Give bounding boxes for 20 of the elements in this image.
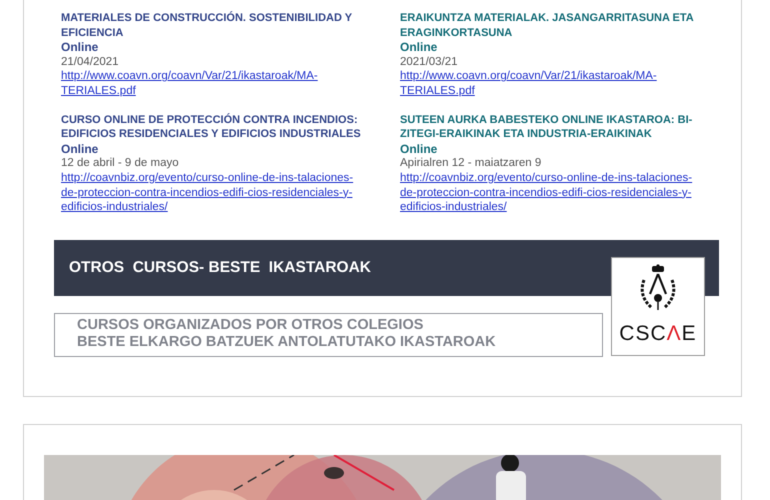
course-title: SUTEEN AURKA BABESTEKO ONLINE IKASTAROA: BI-ZITEGI-ERAIKINAK ETA INDUSTRIA-ERAIKINAK xyxy=(400,112,694,142)
section-title: OTROS CURSOS- BESTE IKASTAROAK xyxy=(69,258,371,277)
course-link[interactable]: http://coavnbiz.org/evento/curso-online-de-ins-talaciones-de-proteccion-contra-incendios-edifi-cios-residenciales-y-edificios-industriales/ xyxy=(400,170,700,215)
course-mode: Online xyxy=(61,142,98,156)
course-mode: Online xyxy=(400,40,438,55)
subtitle-text: CURSOS ORGANIZADOS POR OTROS COLEGIOS xyxy=(77,316,424,334)
course-date: 21/04/2021 xyxy=(61,54,119,70)
course-mode: Online xyxy=(61,40,98,55)
logo-text: CSCΛE xyxy=(619,322,697,346)
course-title: ERAIKUNTZA MATERIALAK. JASANGARRITASUNA ETA ERAGINKORTASUNA xyxy=(400,11,694,40)
subtitle-text: BESTE ELKARGO BATZUEK ANTOLATUTAKO IKASTAROAK xyxy=(77,334,497,351)
course-title: MATERIALES DE CONSTRUCCIÓN. SOSTENIBILIDAD Y EFICIENCIA xyxy=(61,11,353,40)
course-date: Apirialren 12 - maiatzaren 9 xyxy=(400,156,542,171)
course-mode: Online xyxy=(400,142,438,156)
course-link[interactable]: http://www.coavn.org/coavn/Var/21/ikastaroak/MA-TERIALES.pdf xyxy=(61,69,361,99)
course-title: CURSO ONLINE DE PROTECCIÓN CONTRA INCENDIOS: EDIFICIOS RESIDENCIALES Y EDIFICIOS INDUSTRIALES xyxy=(61,112,362,142)
course-link[interactable]: http://www.coavn.org/coavn/Var/21/ikastaroak/MA-TERIALES.pdf xyxy=(400,69,700,99)
course-date: 2021/03/21 xyxy=(400,54,458,70)
course-date: 12 de abril - 9 de mayo xyxy=(61,156,179,171)
course-link[interactable]: http://coavnbiz.org/evento/curso-online-de-ins-talaciones-de-proteccion-contra-incendios-edifi-cios-residenciales-y-edificios-industriales/ xyxy=(61,170,361,215)
